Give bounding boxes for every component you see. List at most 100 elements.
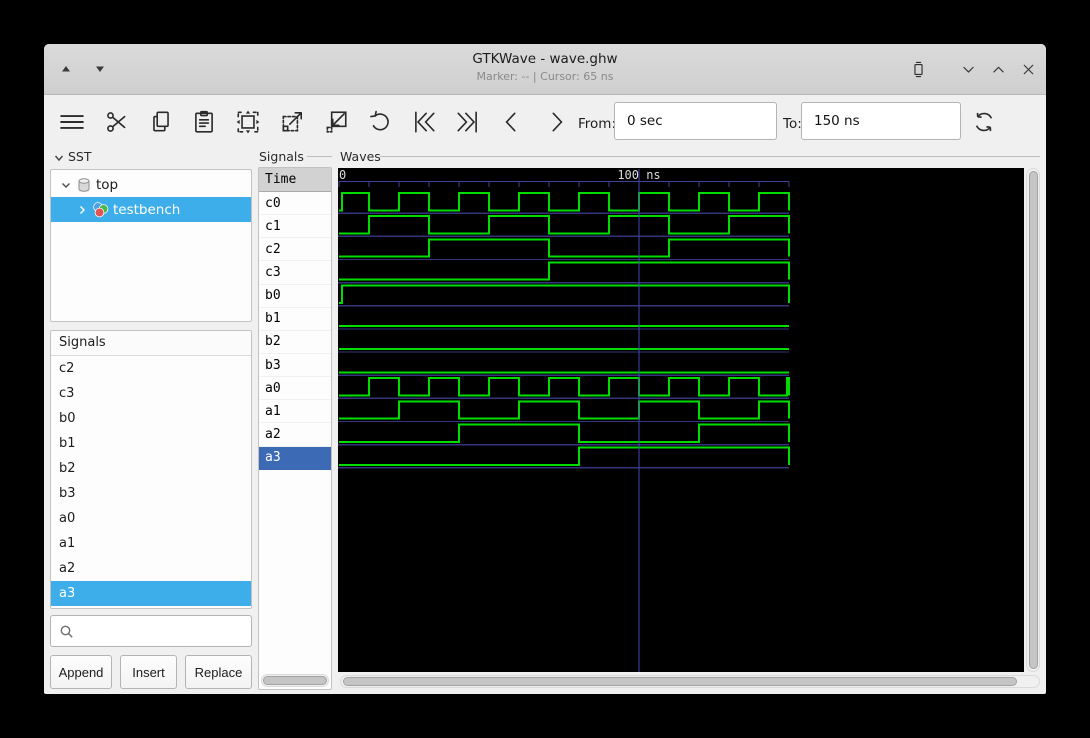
- splitter-right[interactable]: [333, 148, 338, 690]
- waves-hscrollbar-thumb[interactable]: [343, 677, 1017, 686]
- splitter-left[interactable]: [253, 148, 258, 690]
- wave-name-row-b1[interactable]: b1: [259, 308, 331, 331]
- chevron-down-icon: [53, 152, 65, 164]
- signal-browser-item-c2[interactable]: c2: [51, 356, 251, 381]
- chevron-up-icon: [990, 61, 1007, 78]
- chevron-down-icon[interactable]: [59, 178, 73, 192]
- replace-button[interactable]: Replace: [185, 655, 252, 689]
- zoom-in-icon: [279, 109, 305, 135]
- waveform-plot: 0100 ns: [338, 168, 1024, 672]
- wave-name-row-c1[interactable]: c1: [259, 215, 331, 238]
- wave-name-row-a2[interactable]: a2: [259, 423, 331, 446]
- signal-browser-item-a0[interactable]: a0: [51, 506, 251, 531]
- toolbar: From: To:: [44, 95, 1046, 148]
- prev-edge-icon: [499, 109, 525, 135]
- paste-button[interactable]: [190, 108, 218, 136]
- to-start-button[interactable]: [410, 108, 438, 136]
- wave-name-row-b0[interactable]: b0: [259, 285, 331, 308]
- next-edge-icon: [543, 109, 569, 135]
- signal-search-field[interactable]: [50, 615, 252, 647]
- chevron-down-button[interactable]: [958, 59, 978, 79]
- from-input[interactable]: [614, 102, 777, 140]
- sst-expander[interactable]: [52, 151, 66, 165]
- zoom-out-icon: [323, 109, 349, 135]
- waves-panel: 0100 ns: [338, 167, 1040, 690]
- undo-button[interactable]: [366, 108, 394, 136]
- wave-name-row-a3[interactable]: a3: [259, 447, 331, 470]
- gtkwave-window: GTKWave - wave.ghw Marker: -- | Cursor: …: [44, 44, 1046, 694]
- restore-button[interactable]: [908, 59, 928, 79]
- wave-name-row-c3[interactable]: c3: [259, 261, 331, 284]
- restore-icon: [910, 61, 927, 78]
- menu-icon: [58, 109, 86, 135]
- reload-icon: [971, 109, 997, 135]
- waves-hscrollbar[interactable]: [340, 675, 1040, 688]
- prev-edge-button[interactable]: [498, 108, 526, 136]
- sst-tree-item-label: testbench: [113, 202, 180, 218]
- next-edge-button[interactable]: [542, 108, 570, 136]
- copy-icon: [148, 109, 174, 135]
- waves-vscrollbar-thumb[interactable]: [1029, 171, 1038, 669]
- search-input[interactable]: [81, 617, 250, 647]
- wave-name-row-b3[interactable]: b3: [259, 354, 331, 377]
- chevron-right-icon[interactable]: [75, 203, 89, 217]
- append-button[interactable]: Append: [50, 655, 112, 689]
- svg-text:0: 0: [339, 168, 346, 182]
- zoom-fit-icon: [235, 109, 261, 135]
- zoom-out-button[interactable]: [322, 108, 350, 136]
- to-start-icon: [411, 109, 437, 135]
- signal-browser-header[interactable]: Signals: [51, 331, 251, 356]
- time-column-header[interactable]: Time: [259, 168, 331, 192]
- menu-button[interactable]: [58, 108, 86, 136]
- names-frame-rule: [307, 156, 332, 157]
- reload-button[interactable]: [970, 108, 998, 136]
- sst-frame-label: SST: [68, 149, 92, 164]
- wave-name-row-a1[interactable]: a1: [259, 400, 331, 423]
- signal-browser-item-a3[interactable]: a3: [51, 581, 251, 606]
- zoom-in-button[interactable]: [278, 108, 306, 136]
- insert-button[interactable]: Insert: [120, 655, 177, 689]
- wave-name-row-b2[interactable]: b2: [259, 331, 331, 354]
- to-end-icon: [455, 109, 481, 135]
- from-label: From:: [578, 116, 616, 132]
- zoom-fit-button[interactable]: [234, 108, 262, 136]
- signal-browser-item-c3[interactable]: c3: [51, 381, 251, 406]
- waves-frame-rule: [380, 156, 1040, 157]
- signal-browser-item-b2[interactable]: b2: [51, 456, 251, 481]
- wave-name-row-a0[interactable]: a0: [259, 377, 331, 400]
- signal-browser-item-b1[interactable]: b1: [51, 431, 251, 456]
- wave-names-panel: Time c0c1c2c3b0b1b2b3a0a1a2a3: [258, 167, 332, 690]
- wave-name-row-c2[interactable]: c2: [259, 238, 331, 261]
- signal-browser-item-b0[interactable]: b0: [51, 406, 251, 431]
- sst-tree-item-testbench[interactable]: testbench: [51, 197, 251, 222]
- close-icon: [1020, 61, 1037, 78]
- chevron-up-button[interactable]: [988, 59, 1008, 79]
- signal-browser-item-b3[interactable]: b3: [51, 481, 251, 506]
- to-end-button[interactable]: [454, 108, 482, 136]
- names-hscrollbar[interactable]: [261, 674, 329, 687]
- names-hscrollbar-thumb[interactable]: [263, 676, 327, 685]
- close-button[interactable]: [1018, 59, 1038, 79]
- sst-tree-panel: top testbench: [50, 169, 252, 322]
- signal-browser-item-a1[interactable]: a1: [51, 531, 251, 556]
- cut-icon: [104, 109, 130, 135]
- window-title: GTKWave - wave.ghw: [44, 51, 1046, 67]
- undo-icon: [367, 109, 393, 135]
- paste-icon: [191, 109, 217, 135]
- search-icon: [59, 624, 75, 640]
- module-icon: [92, 201, 109, 218]
- to-input[interactable]: [801, 102, 961, 140]
- marker-cursor-status: Marker: -- | Cursor: 65 ns: [44, 70, 1046, 83]
- cut-button[interactable]: [103, 108, 131, 136]
- waves-frame-label: Waves: [340, 149, 381, 164]
- scope-icon: [76, 177, 92, 193]
- wave-name-row-c0[interactable]: c0: [259, 192, 331, 215]
- names-frame-label: Signals: [259, 149, 304, 164]
- titlebar[interactable]: GTKWave - wave.ghw Marker: -- | Cursor: …: [44, 44, 1046, 95]
- signal-browser-item-a2[interactable]: a2: [51, 556, 251, 581]
- waves-vscrollbar[interactable]: [1026, 168, 1040, 672]
- signal-browser-panel: Signals c2c3b0b1b2b3a0a1a2a3: [50, 330, 252, 609]
- copy-button[interactable]: [147, 108, 175, 136]
- sst-tree-item-top[interactable]: top: [51, 172, 251, 197]
- wave-canvas[interactable]: 0100 ns: [338, 168, 1024, 672]
